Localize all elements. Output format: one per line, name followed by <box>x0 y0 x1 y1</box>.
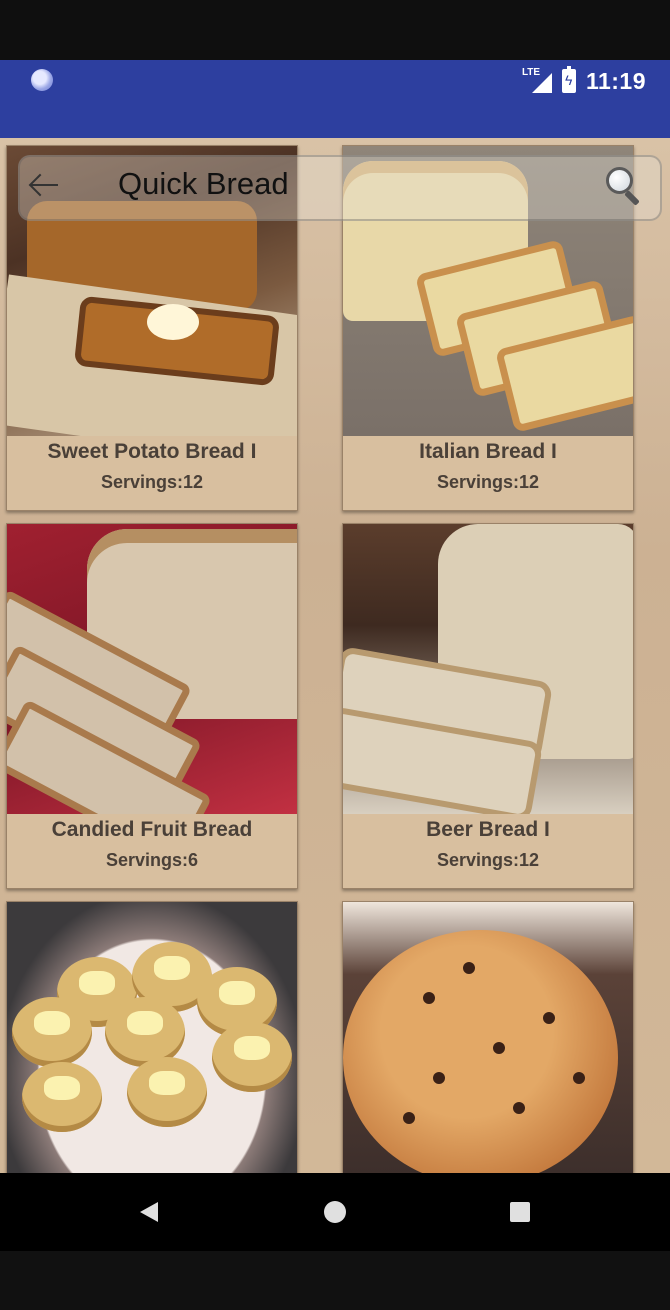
recipe-photo <box>7 902 297 1173</box>
recipe-photo <box>343 902 633 1173</box>
recipe-photo <box>7 524 297 814</box>
recipe-card[interactable]: Beer Bread I Servings:12 <box>342 523 634 889</box>
back-arrow-icon[interactable] <box>26 170 66 200</box>
recipe-grid[interactable]: Sweet Potato Bread I Servings:12 Italian… <box>0 138 670 1173</box>
recipe-card[interactable] <box>6 901 298 1173</box>
battery-charging-icon: ϟ <box>561 66 576 93</box>
signal-icon: LTE <box>522 67 552 93</box>
status-time: 11:19 <box>585 67 646 94</box>
recipe-photo <box>343 524 633 814</box>
recipe-title: Beer Bread I <box>426 818 550 841</box>
page-title: Quick Bread <box>118 166 289 201</box>
nav-recents-icon[interactable] <box>510 1202 530 1222</box>
recipe-title: Candied Fruit Bread <box>51 818 253 841</box>
recipe-servings: Servings:6 <box>105 850 199 870</box>
recipe-title: Sweet Potato Bread I <box>47 440 257 463</box>
bottom-bar <box>0 1251 670 1310</box>
recipe-servings: Servings:12 <box>436 850 540 870</box>
notification-icon <box>31 69 53 91</box>
app-bar <box>18 155 662 221</box>
recipe-title: Italian Bread I <box>419 440 557 463</box>
nav-home-icon[interactable] <box>324 1201 346 1223</box>
recipe-card[interactable]: Candied Fruit Bread Servings:6 <box>6 523 298 889</box>
search-icon[interactable] <box>604 165 644 206</box>
recipe-card[interactable] <box>342 901 634 1173</box>
top-black-bar <box>0 0 670 60</box>
nav-back-icon[interactable] <box>140 1202 158 1222</box>
status-indicators: LTE ϟ 11:19 <box>522 64 646 98</box>
recipe-servings: Servings:12 <box>100 472 204 492</box>
recipe-servings: Servings:12 <box>436 472 540 492</box>
